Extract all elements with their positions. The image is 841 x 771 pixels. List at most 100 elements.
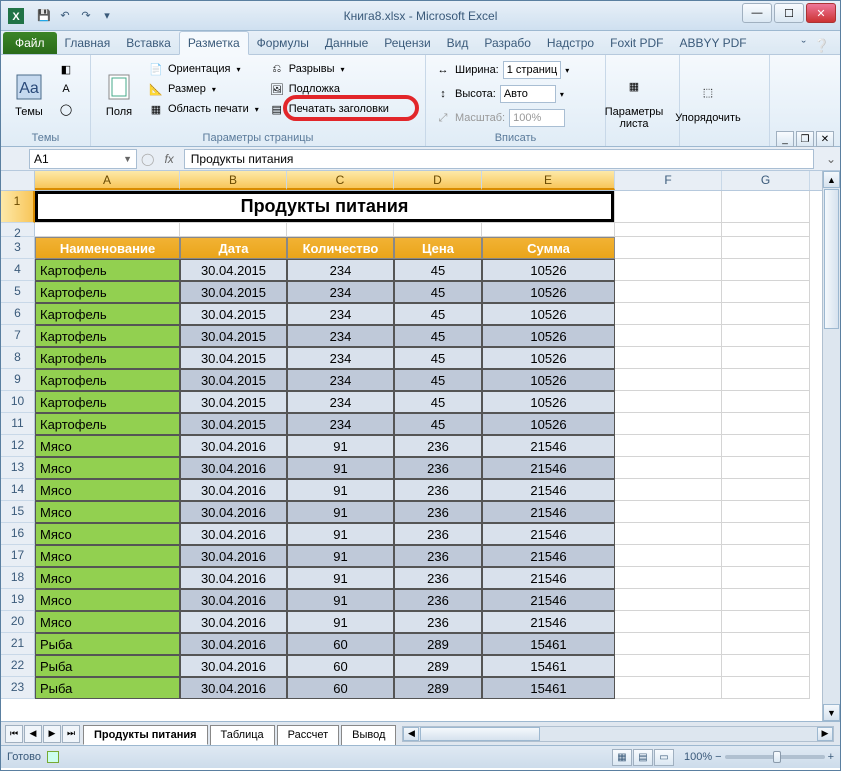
table-cell[interactable]: Мясо: [35, 435, 180, 457]
table-cell[interactable]: Мясо: [35, 523, 180, 545]
zoom-out-button[interactable]: −: [715, 751, 721, 763]
table-cell[interactable]: 91: [287, 589, 394, 611]
row-header[interactable]: 1: [1, 191, 35, 223]
table-cell[interactable]: 30.04.2015: [180, 303, 287, 325]
view-layout-button[interactable]: ▤: [633, 749, 653, 766]
ribbon-tab-1[interactable]: Вставка: [118, 32, 179, 54]
table-cell[interactable]: 30.04.2016: [180, 501, 287, 523]
row-header[interactable]: 12: [1, 435, 35, 457]
table-cell[interactable]: 30.04.2016: [180, 435, 287, 457]
table-cell[interactable]: 45: [394, 303, 482, 325]
background-button[interactable]: 🖼Подложка: [266, 80, 392, 98]
table-cell[interactable]: Мясо: [35, 589, 180, 611]
size-button[interactable]: 📐Размер▾: [145, 80, 262, 98]
table-cell[interactable]: 15461: [482, 655, 615, 677]
print-titles-button[interactable]: ▤Печатать заголовки: [266, 100, 392, 118]
tab-nav-first[interactable]: ⏮: [5, 725, 23, 743]
table-cell[interactable]: 10526: [482, 413, 615, 435]
ribbon-tab-8[interactable]: Надстро: [539, 32, 602, 54]
table-cell[interactable]: 91: [287, 435, 394, 457]
sheet-tab[interactable]: Вывод: [341, 725, 396, 745]
table-cell[interactable]: Мясо: [35, 545, 180, 567]
column-header-A[interactable]: A: [35, 171, 180, 190]
table-cell[interactable]: 10526: [482, 347, 615, 369]
ribbon-tab-2[interactable]: Разметка: [179, 31, 249, 55]
row-header[interactable]: 10: [1, 391, 35, 413]
sheet-tab[interactable]: Таблица: [210, 725, 275, 745]
scroll-left-icon[interactable]: ◀: [403, 727, 419, 741]
table-cell[interactable]: Мясо: [35, 479, 180, 501]
table-cell[interactable]: 234: [287, 413, 394, 435]
fit-width-row[interactable]: ↔Ширина: 1 страниц▾: [432, 60, 572, 80]
table-cell[interactable]: 45: [394, 281, 482, 303]
zoom-in-button[interactable]: +: [828, 751, 834, 763]
hscroll-thumb[interactable]: [420, 727, 540, 741]
table-cell[interactable]: 45: [394, 259, 482, 281]
table-cell[interactable]: Рыба: [35, 633, 180, 655]
expand-formula-icon[interactable]: ⌄: [822, 152, 840, 166]
mdi-minimize-button[interactable]: _: [776, 131, 794, 147]
table-cell[interactable]: Рыба: [35, 677, 180, 699]
table-cell[interactable]: 30.04.2016: [180, 589, 287, 611]
table-cell[interactable]: Картофель: [35, 325, 180, 347]
table-cell[interactable]: Картофель: [35, 391, 180, 413]
table-cell[interactable]: 30.04.2015: [180, 325, 287, 347]
table-cell[interactable]: 21546: [482, 611, 615, 633]
name-box[interactable]: A1▼: [29, 149, 137, 169]
table-cell[interactable]: 236: [394, 457, 482, 479]
row-header[interactable]: 8: [1, 347, 35, 369]
table-cell[interactable]: 234: [287, 281, 394, 303]
table-cell[interactable]: 10526: [482, 303, 615, 325]
table-cell[interactable]: 15461: [482, 633, 615, 655]
ribbon-minimize-icon[interactable]: ˇ: [801, 38, 805, 54]
table-cell[interactable]: 236: [394, 567, 482, 589]
table-cell[interactable]: 289: [394, 655, 482, 677]
print-area-button[interactable]: ▦Область печати▾: [145, 100, 262, 118]
table-cell[interactable]: Картофель: [35, 259, 180, 281]
table-cell[interactable]: Мясо: [35, 457, 180, 479]
scale-row[interactable]: ⤢Масштаб: 100%: [432, 108, 572, 128]
ribbon-tab-7[interactable]: Разрабо: [476, 32, 539, 54]
file-tab[interactable]: Файл: [3, 32, 57, 54]
row-header[interactable]: 15: [1, 501, 35, 523]
themes-button[interactable]: Aa Темы: [7, 58, 51, 130]
theme-colors-button[interactable]: ◧: [55, 60, 77, 78]
table-cell[interactable]: 30.04.2015: [180, 259, 287, 281]
column-header-B[interactable]: B: [180, 171, 287, 190]
table-cell[interactable]: 234: [287, 347, 394, 369]
table-cell[interactable]: Картофель: [35, 369, 180, 391]
fit-width-value[interactable]: 1 страниц: [503, 61, 561, 79]
table-cell[interactable]: 15461: [482, 677, 615, 699]
column-header-E[interactable]: E: [482, 171, 615, 190]
table-cell[interactable]: 30.04.2016: [180, 611, 287, 633]
table-cell[interactable]: 30.04.2016: [180, 655, 287, 677]
row-header[interactable]: 6: [1, 303, 35, 325]
table-header[interactable]: Сумма: [482, 237, 615, 259]
chevron-down-icon[interactable]: ▼: [123, 154, 132, 164]
fit-height-value[interactable]: Авто: [500, 85, 556, 103]
select-all-corner[interactable]: [1, 171, 35, 191]
row-header[interactable]: 7: [1, 325, 35, 347]
table-cell[interactable]: 21546: [482, 523, 615, 545]
table-cell[interactable]: 236: [394, 545, 482, 567]
table-cell[interactable]: Картофель: [35, 413, 180, 435]
table-cell[interactable]: 45: [394, 413, 482, 435]
table-cell[interactable]: 45: [394, 369, 482, 391]
table-header[interactable]: Количество: [287, 237, 394, 259]
ribbon-tab-9[interactable]: Foxit PDF: [602, 32, 671, 54]
row-header[interactable]: 17: [1, 545, 35, 567]
table-cell[interactable]: 30.04.2016: [180, 479, 287, 501]
table-cell[interactable]: 60: [287, 677, 394, 699]
table-cell[interactable]: 21546: [482, 589, 615, 611]
table-cell[interactable]: 30.04.2016: [180, 677, 287, 699]
theme-fonts-button[interactable]: A: [55, 80, 77, 98]
table-cell[interactable]: 30.04.2015: [180, 391, 287, 413]
table-cell[interactable]: 30.04.2015: [180, 369, 287, 391]
table-cell[interactable]: 45: [394, 347, 482, 369]
row-header[interactable]: 3: [1, 237, 35, 259]
table-cell[interactable]: Мясо: [35, 501, 180, 523]
tab-nav-last[interactable]: ⏭: [62, 725, 80, 743]
row-header[interactable]: 20: [1, 611, 35, 633]
table-cell[interactable]: 21546: [482, 479, 615, 501]
table-cell[interactable]: 91: [287, 479, 394, 501]
